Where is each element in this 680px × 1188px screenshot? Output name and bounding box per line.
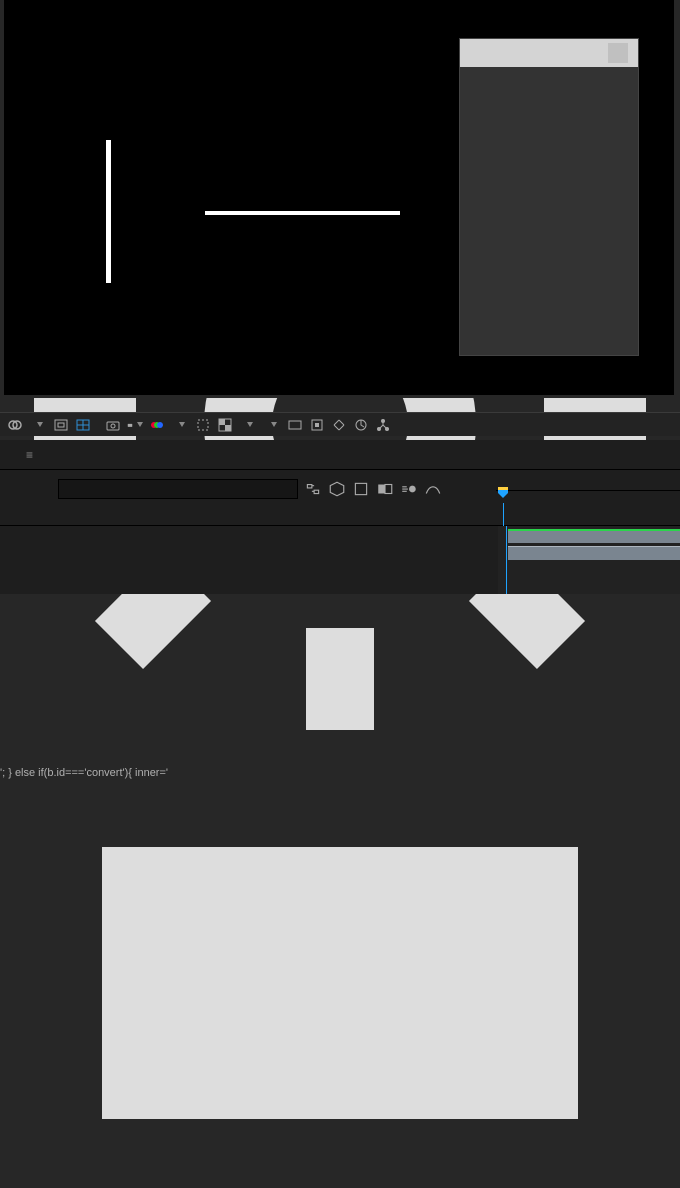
- snapshot-show-icon[interactable]: [127, 417, 143, 433]
- layer-search-input[interactable]: [58, 479, 298, 499]
- layer-bar-1[interactable]: [508, 529, 680, 543]
- timeline-columns-header: [0, 508, 680, 526]
- timeline-tab-bar: ≡: [0, 440, 680, 470]
- timeline-header: [0, 470, 680, 508]
- pixel-aspect-icon[interactable]: [309, 417, 325, 433]
- comp-mini-flowchart-icon[interactable]: [304, 480, 322, 498]
- trim-pack-panel: [459, 38, 639, 356]
- trim-pack-title-text: [470, 39, 608, 67]
- cti-line[interactable]: [506, 526, 507, 594]
- timeline-panel: ≡: [0, 440, 680, 594]
- layer-bar-2[interactable]: [508, 546, 680, 560]
- roi-icon[interactable]: [195, 417, 211, 433]
- playhead-cti[interactable]: [496, 487, 510, 509]
- time-ruler[interactable]: [496, 490, 680, 506]
- frame-blend-icon[interactable]: [376, 480, 394, 498]
- snapshot-icon[interactable]: [105, 417, 121, 433]
- trim-pack-titlebar[interactable]: [460, 39, 638, 67]
- timeline-tab-comp1[interactable]: [0, 440, 20, 470]
- hide-shy-icon[interactable]: [352, 480, 370, 498]
- flowchart-icon[interactable]: [375, 417, 391, 433]
- camera-dropdown[interactable]: [239, 419, 257, 431]
- motion-blur-icon[interactable]: [400, 480, 418, 498]
- views-dropdown[interactable]: [263, 419, 281, 431]
- grid-icon[interactable]: [75, 417, 91, 433]
- transparency-grid-icon[interactable]: [217, 417, 233, 433]
- channel-icon[interactable]: [149, 417, 165, 433]
- share-view-icon[interactable]: [287, 417, 303, 433]
- viewer-footer-bar: [0, 412, 680, 436]
- fast-preview-icon[interactable]: [331, 417, 347, 433]
- safe-zones-icon[interactable]: [53, 417, 69, 433]
- shape-horizontal-line: [205, 211, 400, 215]
- shape-vertical-line: [106, 140, 111, 283]
- draft3d-icon[interactable]: [328, 480, 346, 498]
- timeline-timecode-block[interactable]: [0, 470, 58, 508]
- timeline-track-area[interactable]: [498, 526, 680, 594]
- timeline-panel-menu-icon[interactable]: ≡: [26, 448, 33, 462]
- trim-pack-tab-close[interactable]: [608, 43, 628, 63]
- resolution-dropdown[interactable]: [171, 419, 189, 431]
- timeline-link-icon[interactable]: [353, 417, 369, 433]
- time-ruler-area[interactable]: [496, 470, 680, 508]
- mask-toggle-icon[interactable]: [7, 417, 23, 433]
- graph-editor-icon[interactable]: [424, 480, 442, 498]
- zoom-dropdown[interactable]: [29, 419, 47, 431]
- composition-viewer: [0, 0, 680, 398]
